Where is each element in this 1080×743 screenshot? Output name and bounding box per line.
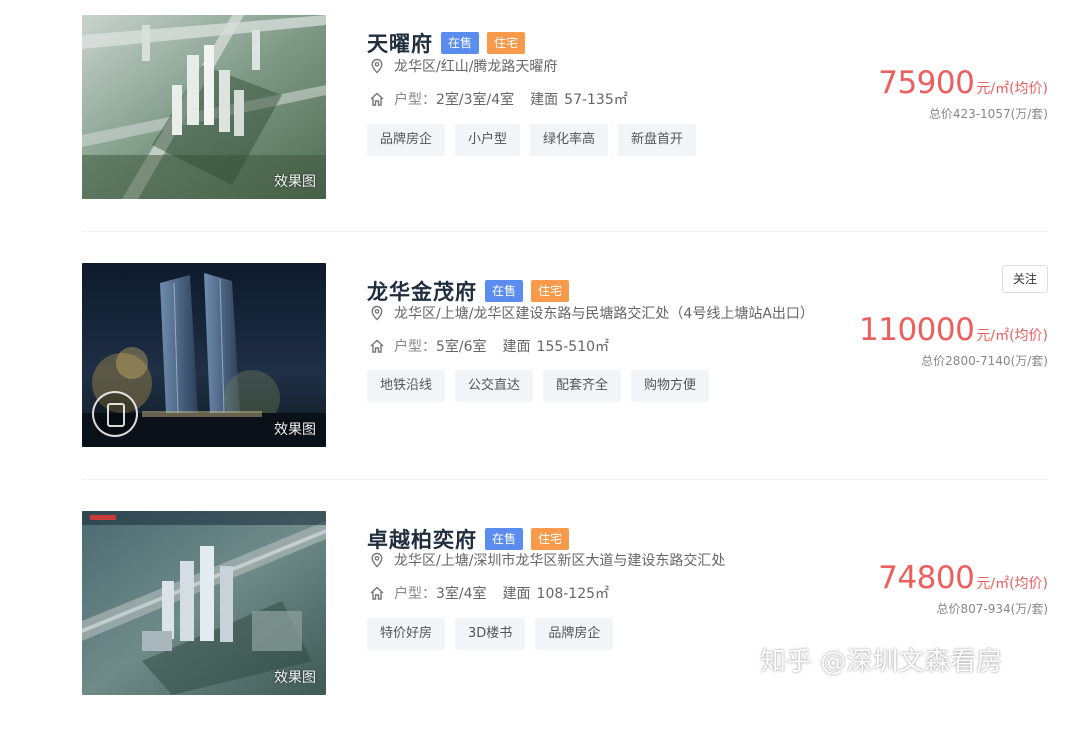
type-badge: 住宅 (487, 32, 526, 54)
feature-tag: 配套齐全 (543, 370, 622, 402)
image-caption: 效果图 (274, 422, 316, 438)
layout-label: 户型： (394, 586, 436, 602)
feature-tag: 地铁沿线 (367, 370, 446, 402)
address-row: 龙华区/上塘/龙华区建设东路与民塘路交汇处（4号线上塘站A出口） (369, 302, 814, 324)
tag-list: 品牌房企 小户型 绿化率高 新盘首开 (367, 124, 697, 156)
address-text: 龙华区/红山/腾龙路天曜府 (394, 59, 558, 75)
title-row: 龙华金茂府 在售 住宅 (367, 277, 570, 305)
price-unit: 元/㎡(均价) (976, 576, 1048, 592)
follow-button[interactable]: 关注 (1001, 265, 1048, 293)
layout-row: 户型： 5室/6室 建面 155-510㎡ (369, 335, 609, 357)
price-block: 110000 元/㎡(均价) 总价2800-7140(万/套) (859, 312, 1048, 369)
feature-tag: 公交直达 (455, 370, 534, 402)
area-value: 108-125㎡ (536, 586, 610, 602)
listing-image[interactable]: 效果图 (82, 15, 326, 199)
price-block: 75900 元/㎡(均价) 总价423-1057(万/套) (878, 65, 1048, 122)
listing-card[interactable]: 效果图 天曜府 在售 住宅 龙华区/红山/腾龙路天曜府 户型： 2室/3室/4室… (0, 15, 1080, 247)
total-price: 总价807-934(万/套) (936, 602, 1048, 616)
feature-tag: 绿化率高 (530, 124, 609, 156)
feature-tag: 品牌房企 (535, 618, 614, 650)
total-price: 总价423-1057(万/套) (928, 107, 1048, 121)
tag-list: 特价好房 3D楼书 品牌房企 (367, 618, 614, 650)
layout-value: 3室/4室 (436, 586, 487, 602)
house-icon (370, 586, 384, 600)
layout-label: 户型： (394, 92, 436, 108)
layout-label: 户型： (394, 339, 436, 355)
location-pin-icon (371, 552, 383, 568)
status-badge: 在售 (485, 280, 524, 302)
type-badge: 住宅 (531, 528, 570, 550)
listing-image[interactable]: 效果图 (82, 511, 326, 695)
area-value: 57-135㎡ (564, 92, 628, 108)
house-icon (370, 339, 384, 353)
layout-value: 5室/6室 (436, 339, 487, 355)
feature-tag: 3D楼书 (455, 618, 526, 650)
layout-row: 户型： 3室/4室 建面 108-125㎡ (369, 582, 609, 604)
area-value: 155-510㎡ (536, 339, 610, 355)
listing-title[interactable]: 天曜府 (367, 28, 433, 58)
address-text: 龙华区/上塘/深圳市龙华区新区大道与建设东路交汇处 (394, 553, 726, 569)
feature-tag: 小户型 (455, 124, 521, 156)
area-label: 建面 (530, 92, 559, 108)
price-unit: 元/㎡(均价) (976, 81, 1048, 97)
image-caption: 效果图 (274, 174, 316, 190)
unit-price: 110000 (859, 312, 975, 348)
price-block: 74800 元/㎡(均价) 总价807-934(万/套) (878, 560, 1048, 617)
location-pin-icon (371, 305, 383, 321)
layout-row: 户型： 2室/3室/4室 建面 57-135㎡ (369, 88, 628, 110)
price-unit: 元/㎡(均价) (976, 328, 1048, 344)
divider (82, 231, 1048, 232)
tag-list: 地铁沿线 公交直达 配套齐全 购物方便 (367, 370, 710, 402)
address-row: 龙华区/上塘/深圳市龙华区新区大道与建设东路交汇处 (369, 549, 725, 571)
house-icon (370, 92, 384, 106)
feature-tag: 购物方便 (631, 370, 710, 402)
watermark-text: 知乎 @深圳文森看房 (760, 647, 1003, 677)
address-text: 龙华区/上塘/龙华区建设东路与民塘路交汇处（4号线上塘站A出口） (394, 306, 814, 322)
total-price: 总价2800-7140(万/套) (921, 354, 1048, 368)
area-label: 建面 (502, 339, 531, 355)
unit-price: 75900 (878, 65, 975, 101)
feature-tag: 新盘首开 (618, 124, 697, 156)
listing-image[interactable]: 效果图 (82, 263, 326, 447)
location-pin-icon (371, 58, 383, 74)
divider (82, 479, 1048, 480)
listing-card[interactable]: 效果图 龙华金茂府 在售 住宅 关注 龙华区/上塘/龙华区建设东路与民塘路交汇处… (0, 263, 1080, 495)
unit-price: 74800 (878, 560, 975, 596)
type-badge: 住宅 (531, 280, 570, 302)
status-badge: 在售 (441, 32, 480, 54)
listing-card[interactable]: 效果图 卓越柏奕府 在售 住宅 龙华区/上塘/深圳市龙华区新区大道与建设东路交汇… (0, 511, 1080, 743)
title-row: 天曜府 在售 住宅 (367, 28, 526, 58)
area-label: 建面 (502, 586, 531, 602)
status-badge: 在售 (485, 528, 524, 550)
layout-value: 2室/3室/4室 (436, 92, 515, 108)
vr-tour-icon[interactable] (92, 391, 138, 437)
image-caption: 效果图 (274, 670, 316, 686)
feature-tag: 品牌房企 (367, 124, 446, 156)
address-row: 龙华区/红山/腾龙路天曜府 (369, 55, 557, 77)
feature-tag: 特价好房 (367, 618, 446, 650)
